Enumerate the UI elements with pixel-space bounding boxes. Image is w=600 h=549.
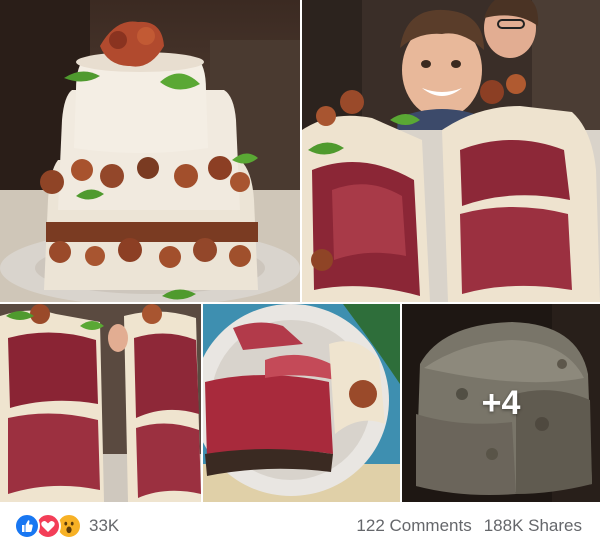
more-photos-count: +4	[481, 383, 521, 422]
comments-link[interactable]: 122 Comments	[356, 516, 471, 536]
photo-cut-cake-kids	[302, 0, 600, 302]
like-icon	[14, 512, 40, 539]
photo-tile-2[interactable]	[302, 0, 600, 302]
post-footer: 33K 122 Comments 188K Shares	[0, 502, 600, 549]
photo-slice-plate	[203, 304, 400, 502]
photo-tile-4[interactable]	[203, 304, 400, 502]
shares-link[interactable]: 188K Shares	[484, 516, 582, 536]
more-photos-overlay: +4	[402, 304, 600, 502]
reaction-count: 33K	[89, 515, 120, 535]
photo-tile-1[interactable]	[0, 0, 300, 302]
photo-cake-layers	[0, 304, 201, 502]
photo-tile-3[interactable]	[0, 304, 201, 502]
photo-steak-cake	[0, 0, 300, 302]
photo-tile-5-more[interactable]: +4	[402, 304, 600, 502]
reactions-summary[interactable]: 33K	[14, 512, 120, 539]
